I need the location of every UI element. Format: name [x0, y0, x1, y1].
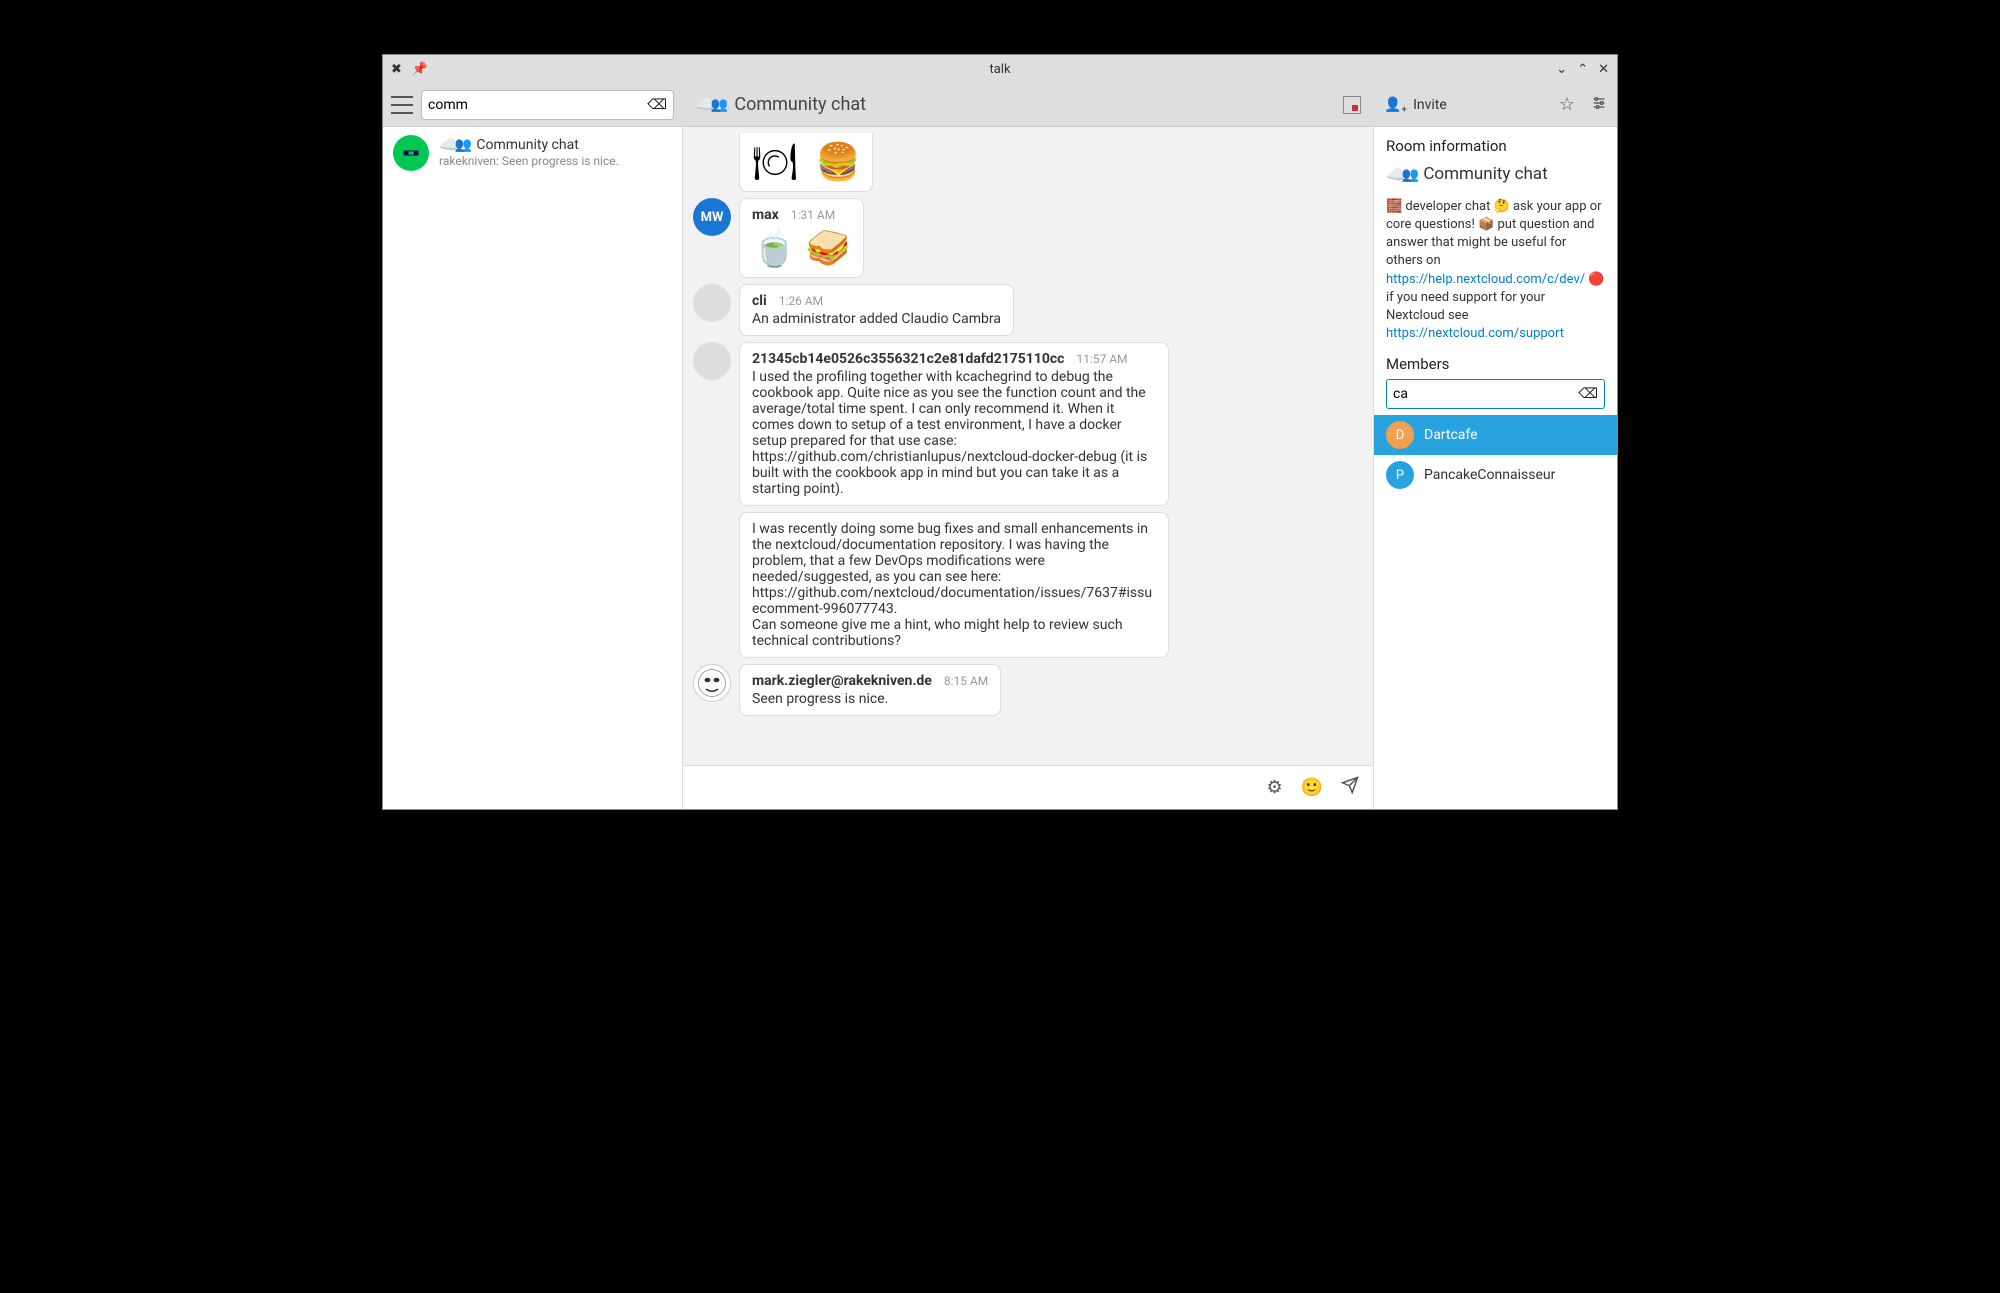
message-emoji: 🍵 🥪	[752, 227, 851, 269]
member-list: D Dartcafe P PancakeConnaisseur	[1386, 415, 1605, 495]
pin-icon[interactable]: 📌	[412, 62, 428, 77]
conversation-subtitle: rakekniven: Seen progress is nice.	[439, 154, 619, 168]
conversation-item[interactable]: ☁️👥 Community chat rakekniven: Seen prog…	[383, 127, 682, 179]
clear-member-search-icon[interactable]: ⌫	[1578, 386, 1598, 402]
compose-settings-icon[interactable]: ⚙	[1266, 777, 1282, 798]
invite-icon: 👤₊	[1384, 97, 1407, 113]
member-avatar: P	[1386, 461, 1414, 489]
conversation-title: ☁️👥 Community chat	[439, 135, 619, 154]
message-body: I was recently doing some bug fixes and …	[752, 521, 1156, 649]
room-info-heading: Room information	[1386, 137, 1605, 155]
message-author: cli	[752, 293, 767, 309]
description-link[interactable]: https://help.nextcloud.com/c/dev/	[1386, 272, 1585, 287]
message-avatar	[693, 284, 731, 322]
sidebar-search-input[interactable]	[428, 97, 647, 113]
message-body: An administrator added Claudio Cambra	[752, 311, 1001, 327]
message-author: max	[752, 207, 779, 223]
members-heading: Members	[1386, 355, 1605, 373]
message-time: 8:15 AM	[944, 674, 988, 688]
close-icon[interactable]: ✕	[1598, 62, 1609, 77]
room-description: 🧱 developer chat 🤔 ask your app or core …	[1386, 198, 1605, 344]
right-panel: 👤₊ Invite ☆ Room information ☁️👥 Communi…	[1373, 83, 1617, 809]
sidebar: ⌫ ☁️👥 Community chat rakekniv	[383, 83, 683, 809]
message-bubble: 21345cb14e0526c3556321c2e81dafd2175110cc…	[739, 342, 1169, 506]
message-avatar	[693, 342, 731, 380]
message-bubble: cli 1:26 AM An administrator added Claudio…	[739, 284, 1014, 336]
member-avatar: D	[1386, 421, 1414, 449]
clear-search-icon[interactable]: ⌫	[647, 97, 667, 113]
compose-bar: ⚙ 🙂	[683, 765, 1373, 809]
message-body: I used the profiling together with kcach…	[752, 369, 1156, 497]
compose-send-icon[interactable]	[1341, 776, 1359, 799]
message-list[interactable]: 🍽 ️ 🍔 MW max 1:31 AM 🍵 🥪 cli 1:26 AM An adminis…	[683, 127, 1373, 765]
right-header: 👤₊ Invite ☆	[1374, 83, 1617, 127]
app-menu-icon[interactable]: ✖	[391, 62, 402, 77]
compose-emoji-icon[interactable]: 🙂	[1301, 777, 1323, 798]
room-name: ☁️👥 Community chat	[1386, 163, 1605, 186]
app-window: ✖ 📌 talk ⌄ ⌃ ✕ ⌫	[382, 54, 1618, 810]
chat-title: ☁️👥 Community chat	[695, 94, 866, 115]
message-body: Seen progress is nice.	[752, 691, 988, 707]
member-name: Dartcafe	[1424, 427, 1478, 443]
message-bubble: I was recently doing some bug fixes and …	[739, 512, 1169, 658]
member-item[interactable]: P PancakeConnaisseur	[1374, 455, 1617, 495]
message-time: 1:31 AM	[791, 208, 835, 222]
member-search-input[interactable]	[1393, 386, 1578, 402]
description-link[interactable]: https://nextcloud.com/support	[1386, 326, 1564, 341]
window-title: talk	[989, 62, 1010, 77]
hamburger-icon[interactable]	[391, 96, 413, 114]
message-author: 21345cb14e0526c3556321c2e81dafd2175110cc	[752, 351, 1064, 367]
sidebar-search-box[interactable]: ⌫	[421, 90, 674, 120]
message-author: mark.ziegler@rakekniven.de	[752, 673, 932, 689]
maximize-icon[interactable]: ⌃	[1577, 62, 1588, 77]
message-avatar: MW	[693, 198, 731, 236]
calendar-icon[interactable]	[1343, 96, 1361, 114]
conversation-avatar	[393, 135, 429, 171]
invite-button[interactable]: 👤₊ Invite	[1384, 97, 1447, 113]
minimize-icon[interactable]: ⌄	[1556, 62, 1567, 77]
chat-pane: ☁️👥 Community chat 🍽 ️ 🍔 MW max 1:31 AM 🍵 🥪 c…	[683, 83, 1373, 809]
message-emoji: 🍽 ️ 🍔	[752, 141, 860, 183]
panel-settings-icon[interactable]	[1591, 95, 1607, 115]
sidebar-search-row: ⌫	[383, 83, 682, 127]
conversation-list: ☁️👥 Community chat rakekniven: Seen prog…	[383, 127, 682, 809]
message-time: 1:26 AM	[779, 294, 823, 308]
member-item[interactable]: D Dartcafe	[1374, 415, 1617, 455]
favorite-icon[interactable]: ☆	[1559, 94, 1575, 115]
chat-header: ☁️👥 Community chat	[683, 83, 1373, 127]
message-avatar	[693, 664, 731, 702]
member-name: PancakeConnaisseur	[1424, 467, 1555, 483]
message-time: 11:57 AM	[1076, 352, 1127, 366]
message-bubble: mark.ziegler@rakekniven.de 8:15 AM Seen pr…	[739, 664, 1001, 716]
titlebar: ✖ 📌 talk ⌄ ⌃ ✕	[383, 55, 1617, 83]
message-bubble: max 1:31 AM 🍵 🥪	[739, 198, 864, 278]
member-search-box[interactable]: ⌫	[1386, 379, 1605, 409]
